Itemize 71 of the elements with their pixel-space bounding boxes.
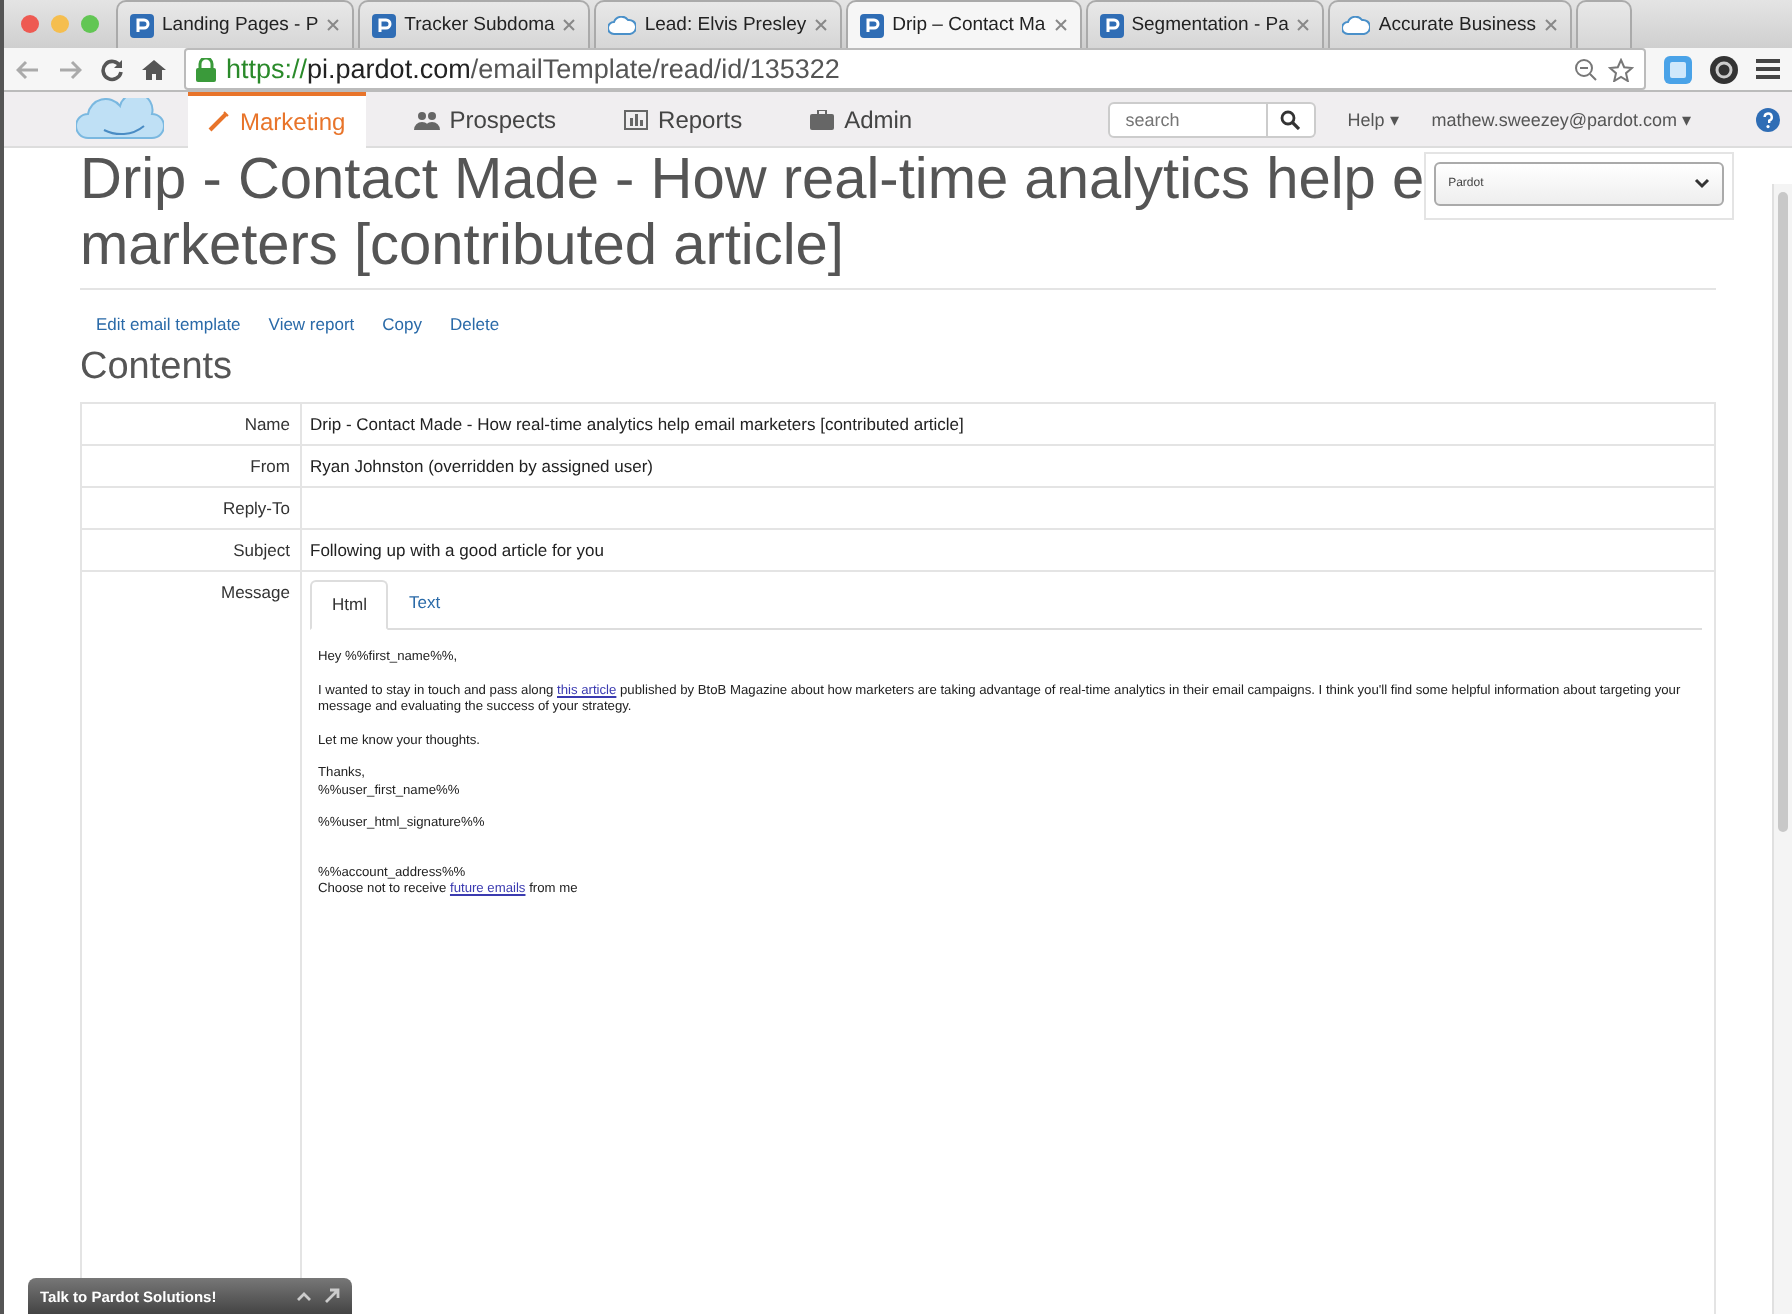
url-text: https://pi.pardot.com/emailTemplate/read/id/135322	[226, 54, 840, 84]
browser-tab[interactable]: Landing Pages - P	[116, 0, 355, 48]
people-icon	[413, 109, 440, 129]
browser-tab[interactable]: Drip – Contact Ma	[846, 0, 1082, 48]
reload-icon	[100, 57, 124, 81]
field-label: Subject	[82, 530, 302, 572]
tab-title: Lead: Elvis Presley	[644, 14, 807, 36]
lock-icon	[196, 57, 216, 81]
briefcase-icon	[810, 109, 835, 129]
home-icon	[142, 57, 166, 81]
cloud-icon	[1342, 15, 1371, 35]
user-menu[interactable]: mathew.sweezey@pardot.com ▾	[1431, 109, 1692, 129]
close-icon	[1053, 18, 1068, 32]
extension-icon	[1710, 55, 1738, 83]
search-field[interactable]: search	[1107, 101, 1268, 137]
tab-title: Drip – Contact Ma	[892, 14, 1046, 36]
close-icon	[326, 18, 341, 32]
cloud-logo-icon	[76, 97, 164, 141]
popout-icon	[324, 1288, 340, 1304]
nav-tab[interactable]: Reports	[604, 91, 763, 147]
address-field[interactable]: https://pi.pardot.com/emailTemplate/read/id/135322	[184, 48, 1646, 90]
browser-tab[interactable]: Tracker Subdoma	[358, 0, 591, 48]
browser-tab[interactable]: Lead: Elvis Presley	[594, 0, 843, 48]
field-label: Reply-To	[82, 488, 302, 530]
action-link[interactable]: Copy	[382, 314, 422, 334]
menu-icon	[1756, 58, 1780, 80]
page-title: Drip - Contact Made - How real-time analytics help e marketers [contributed article]	[80, 148, 1425, 280]
tab-title: Tracker Subdoma	[404, 14, 555, 36]
collapse-icon	[296, 1290, 312, 1302]
cloud-icon	[608, 15, 637, 35]
browser-tab[interactable]: Segmentation - Pa	[1085, 0, 1325, 48]
action-link[interactable]: Edit email template	[96, 314, 241, 334]
extension-icon	[1664, 55, 1692, 83]
action-link[interactable]: View report	[268, 314, 355, 334]
close-icon	[1544, 18, 1559, 32]
forward-icon	[58, 59, 82, 79]
field-label: From	[82, 446, 302, 488]
close-icon	[814, 18, 829, 32]
search-icon	[1280, 109, 1301, 129]
tab-title: Accurate Business	[1378, 14, 1537, 36]
p-logo-icon	[860, 13, 885, 37]
help-icon	[1756, 107, 1780, 131]
tab-title: Landing Pages - P	[162, 14, 319, 36]
p-logo-icon	[130, 13, 154, 37]
p-logo-icon	[1099, 13, 1124, 37]
message-tab[interactable]: Html	[310, 580, 389, 630]
scrollbar[interactable]	[1772, 184, 1792, 1314]
new-tab-button[interactable]	[1576, 0, 1633, 48]
back-icon	[16, 59, 40, 79]
close-icon	[562, 18, 577, 32]
tab-title: Segmentation - Pa	[1131, 14, 1289, 36]
field-value: Following up with a good article for you	[310, 540, 604, 560]
field-label: Name	[82, 404, 302, 446]
nav-tab[interactable]: Admin	[790, 91, 933, 147]
section-heading: Contents	[80, 346, 235, 390]
message-tab[interactable]: Text	[388, 580, 461, 628]
p-logo-icon	[372, 13, 397, 37]
zoom-icon	[1574, 57, 1598, 81]
field-value: Ryan Johnston (overridden by assigned user)	[310, 456, 654, 476]
bar-chart-icon	[624, 109, 649, 129]
search-button[interactable]	[1267, 101, 1316, 137]
scroll-thumb[interactable]	[1778, 192, 1788, 832]
browser-tab[interactable]: Accurate Business	[1328, 0, 1573, 48]
close-icon	[1296, 18, 1311, 32]
help-menu[interactable]: Help ▾	[1347, 109, 1400, 129]
nav-tab[interactable]: Prospects	[393, 91, 577, 147]
star-icon	[1608, 57, 1634, 81]
field-value: Drip - Contact Made - How real-time analytics help email marketers [contributed article]	[310, 414, 964, 434]
wand-icon	[208, 110, 230, 132]
action-link[interactable]: Delete	[449, 314, 500, 334]
chevron-down-icon	[1694, 178, 1711, 190]
